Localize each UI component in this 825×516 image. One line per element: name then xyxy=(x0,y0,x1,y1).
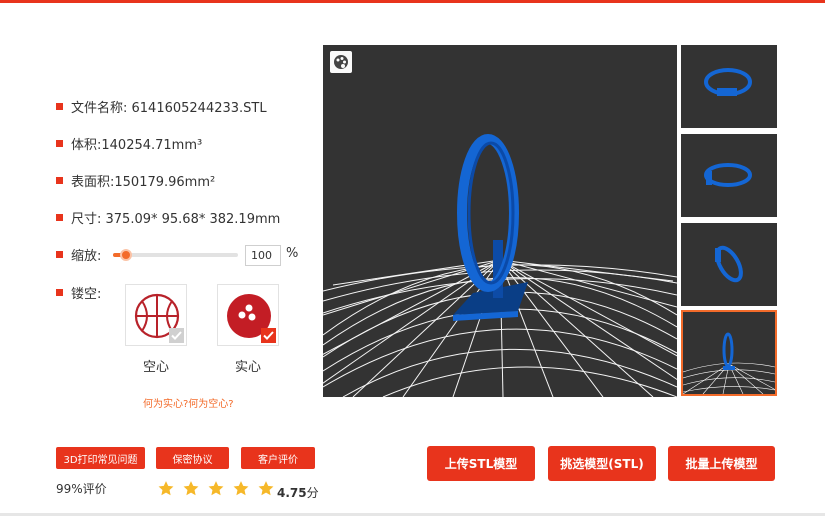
star-icon xyxy=(183,481,199,496)
rating-score-value: 4.75 xyxy=(277,486,307,500)
rating-stars xyxy=(157,480,282,497)
upload-stl-button[interactable]: 上传STL模型 xyxy=(427,446,535,481)
palette-icon xyxy=(334,55,348,69)
rating-score-unit: 分 xyxy=(306,486,319,500)
bullet-marker xyxy=(56,288,63,296)
solid-option-label: 实心 xyxy=(234,360,261,375)
scale-unit: % xyxy=(286,246,299,261)
select-model-button[interactable]: 挑选模型(STL) xyxy=(548,446,656,481)
star-icon xyxy=(258,481,274,496)
view-thumbnail-perspective[interactable] xyxy=(681,310,777,396)
model-thumbnail-image xyxy=(683,332,775,394)
bullet-marker xyxy=(56,213,63,221)
faq-button[interactable]: 3D打印常见问题 xyxy=(56,447,145,469)
model-viewer-canvas[interactable] xyxy=(323,45,677,397)
view-thumbnail-top[interactable] xyxy=(681,223,777,306)
volume-text: 体积:140254.71mm³ xyxy=(71,137,203,153)
scale-input[interactable] xyxy=(245,245,281,266)
scale-slider-handle[interactable] xyxy=(119,249,132,261)
star-icon xyxy=(208,481,224,496)
top-accent-bar xyxy=(0,0,825,3)
check-icon xyxy=(261,328,276,343)
view-thumbnail-side[interactable] xyxy=(681,134,777,217)
check-icon xyxy=(169,328,184,343)
file-name-row: 文件名称: 6141605244233.STL xyxy=(56,96,267,116)
surface-area-text: 表面积:150179.96mm² xyxy=(71,174,216,190)
dimensions-row: 尺寸: 375.09* 95.68* 382.19mm xyxy=(56,207,280,227)
bullet-marker xyxy=(56,176,63,184)
customer-reviews-button[interactable]: 客户评价 xyxy=(241,447,315,469)
color-palette-button[interactable] xyxy=(330,51,352,73)
star-icon xyxy=(158,481,174,496)
privacy-agreement-button[interactable]: 保密协议 xyxy=(156,447,229,469)
bullet-marker xyxy=(56,102,63,110)
volume-row: 体积:140254.71mm³ xyxy=(56,133,202,153)
solid-option[interactable] xyxy=(217,284,279,346)
dimensions-text: 尺寸: 375.09* 95.68* 382.19mm xyxy=(71,211,281,227)
rating-percent: 99%评价 xyxy=(56,482,107,496)
bullet-marker xyxy=(56,139,63,147)
surface-area-row: 表面积:150179.96mm² xyxy=(56,170,215,190)
model-thumbnail-image xyxy=(704,68,752,96)
rating-score: 4.75分 xyxy=(277,484,319,501)
hollow-option-label: 空心 xyxy=(142,360,169,375)
file-name-text: 文件名称: 6141605244233.STL xyxy=(71,100,267,116)
model-viewer[interactable] xyxy=(323,45,677,397)
model-thumbnail-image xyxy=(704,163,752,187)
bullet-marker xyxy=(56,250,63,258)
star-icon xyxy=(233,481,249,496)
hollow-help-link[interactable]: 何为实心?何为空心? xyxy=(143,395,234,410)
scale-slider[interactable] xyxy=(113,249,238,261)
hollow-label: 镂空: xyxy=(71,286,102,302)
view-thumbnail-front[interactable] xyxy=(681,45,777,128)
model-thumbnail-image xyxy=(715,245,743,283)
scale-label: 缩放: xyxy=(71,248,102,264)
hollow-option[interactable] xyxy=(125,284,187,346)
batch-upload-button[interactable]: 批量上传模型 xyxy=(668,446,775,481)
hollow-row: 镂空: xyxy=(56,282,101,302)
scale-row: 缩放: xyxy=(56,244,101,264)
